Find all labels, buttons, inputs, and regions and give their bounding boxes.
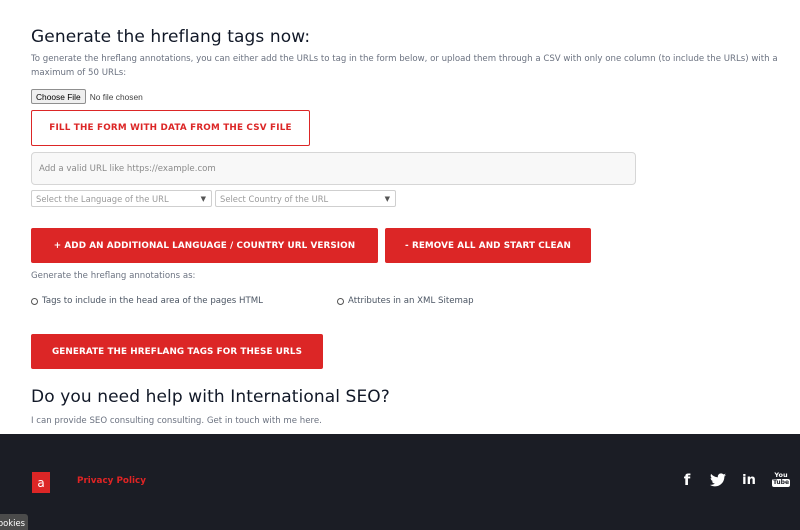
file-upload: Choose File No file chosen <box>31 89 143 104</box>
chevron-down-icon: ▼ <box>200 195 206 203</box>
radio-circle[interactable] <box>337 297 344 305</box>
chevron-down-icon: ▼ <box>384 195 390 203</box>
language-select-value: Select the Language of the URL <box>36 193 169 204</box>
help-text: I can provide SEO consulting consulting.… <box>31 416 322 426</box>
radio-head-label: Tags to include in the head area of the … <box>42 296 263 306</box>
intro-text: To generate the hreflang annotations, yo… <box>31 54 778 78</box>
footer: a Privacy Policy f in You Tube <box>0 434 800 530</box>
radio-xml-label: Attributes in an XML Sitemap <box>348 296 474 306</box>
main-content: Generate the hreflang tags now: To gener… <box>0 0 800 434</box>
twitter-bird-glyph <box>710 473 726 487</box>
youtube-box-text: Tube <box>771 478 791 487</box>
remove-all-button[interactable]: - REMOVE ALL AND START CLEAN <box>385 228 591 263</box>
generate-as-label: Generate the hreflang annotations as: <box>31 271 196 281</box>
choose-file-button[interactable]: Choose File <box>31 89 86 104</box>
generate-tags-button[interactable]: GENERATE THE HREFLANG TAGS FOR THESE URL… <box>31 334 323 369</box>
twitter-icon[interactable] <box>709 471 727 489</box>
cookies-tab[interactable]: Cookies <box>0 514 28 530</box>
privacy-policy-link[interactable]: Privacy Policy <box>77 476 146 486</box>
country-select-value: Select Country of the URL <box>220 193 329 204</box>
file-status: No file chosen <box>89 91 143 102</box>
youtube-top-text: You <box>774 470 788 479</box>
site-logo[interactable]: a <box>32 472 50 493</box>
language-select[interactable]: Select the Language of the URL ▼ <box>31 190 212 207</box>
radio-circle[interactable] <box>31 297 38 305</box>
help-heading: Do you need help with International SEO? <box>31 387 390 407</box>
country-select[interactable]: Select Country of the URL ▼ <box>215 190 396 207</box>
generate-heading: Generate the hreflang tags now: <box>31 27 311 47</box>
fill-from-csv-button[interactable]: FILL THE FORM WITH DATA FROM THE CSV FIL… <box>31 110 310 146</box>
url-input[interactable] <box>31 152 636 185</box>
linkedin-icon[interactable]: in <box>740 471 758 489</box>
add-version-button[interactable]: + ADD AN ADDITIONAL LANGUAGE / COUNTRY U… <box>31 228 378 263</box>
facebook-icon[interactable]: f <box>680 471 694 489</box>
radio-xml-sitemap[interactable]: Attributes in an XML Sitemap <box>337 296 474 306</box>
radio-head-tags[interactable]: Tags to include in the head area of the … <box>31 296 263 306</box>
youtube-icon[interactable]: You Tube <box>771 468 791 490</box>
